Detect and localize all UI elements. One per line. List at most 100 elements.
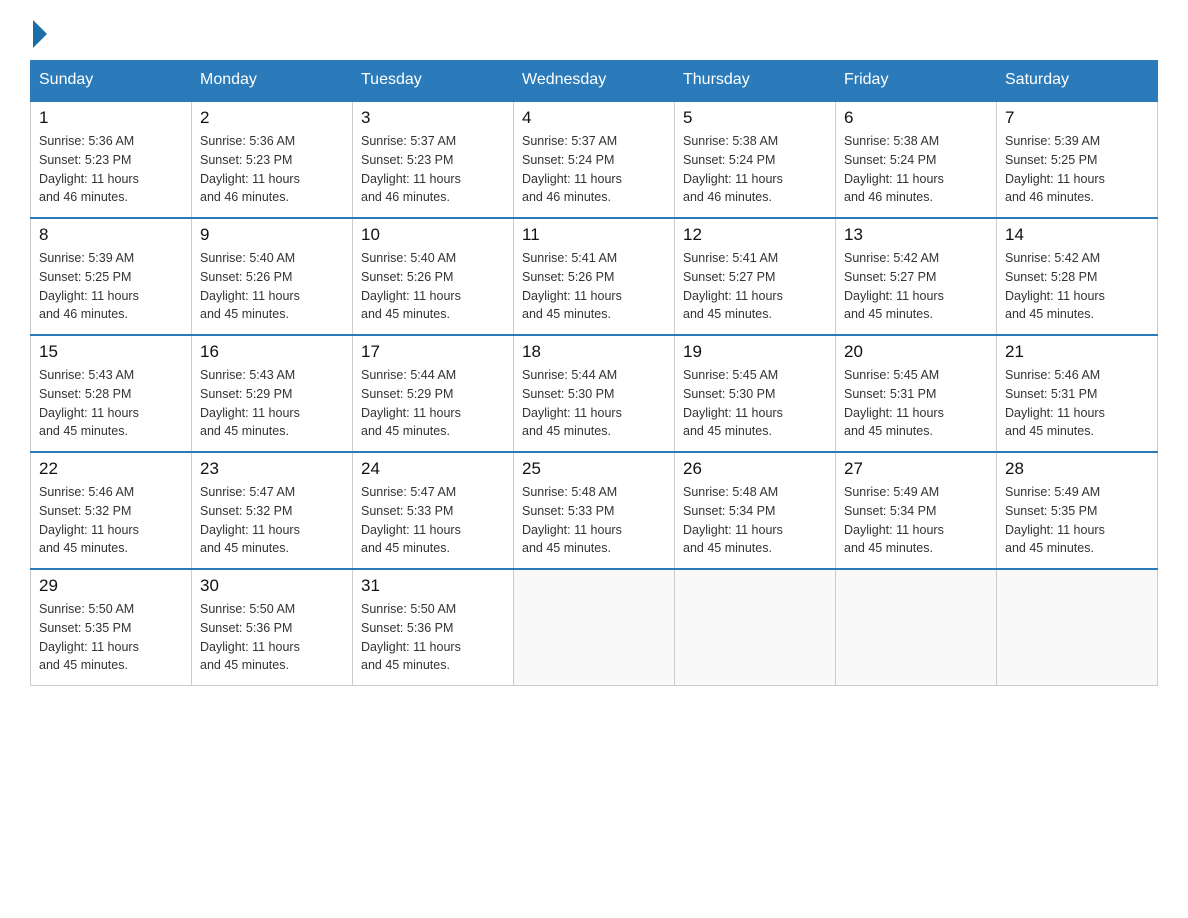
calendar-cell: 18 Sunrise: 5:44 AMSunset: 5:30 PMDaylig… bbox=[514, 335, 675, 452]
calendar-cell: 31 Sunrise: 5:50 AMSunset: 5:36 PMDaylig… bbox=[353, 569, 514, 686]
day-number: 3 bbox=[361, 108, 505, 128]
calendar-week-4: 22 Sunrise: 5:46 AMSunset: 5:32 PMDaylig… bbox=[31, 452, 1158, 569]
calendar-week-5: 29 Sunrise: 5:50 AMSunset: 5:35 PMDaylig… bbox=[31, 569, 1158, 686]
calendar-cell: 2 Sunrise: 5:36 AMSunset: 5:23 PMDayligh… bbox=[192, 101, 353, 219]
calendar-cell: 21 Sunrise: 5:46 AMSunset: 5:31 PMDaylig… bbox=[997, 335, 1158, 452]
calendar-cell: 12 Sunrise: 5:41 AMSunset: 5:27 PMDaylig… bbox=[675, 218, 836, 335]
day-number: 23 bbox=[200, 459, 344, 479]
calendar-cell: 11 Sunrise: 5:41 AMSunset: 5:26 PMDaylig… bbox=[514, 218, 675, 335]
calendar-week-2: 8 Sunrise: 5:39 AMSunset: 5:25 PMDayligh… bbox=[31, 218, 1158, 335]
day-number: 26 bbox=[683, 459, 827, 479]
calendar-cell: 19 Sunrise: 5:45 AMSunset: 5:30 PMDaylig… bbox=[675, 335, 836, 452]
day-info: Sunrise: 5:43 AMSunset: 5:29 PMDaylight:… bbox=[200, 368, 300, 438]
calendar-cell: 8 Sunrise: 5:39 AMSunset: 5:25 PMDayligh… bbox=[31, 218, 192, 335]
day-number: 29 bbox=[39, 576, 183, 596]
calendar-cell: 25 Sunrise: 5:48 AMSunset: 5:33 PMDaylig… bbox=[514, 452, 675, 569]
day-info: Sunrise: 5:39 AMSunset: 5:25 PMDaylight:… bbox=[39, 251, 139, 321]
day-info: Sunrise: 5:36 AMSunset: 5:23 PMDaylight:… bbox=[200, 134, 300, 204]
calendar-cell: 7 Sunrise: 5:39 AMSunset: 5:25 PMDayligh… bbox=[997, 101, 1158, 219]
day-info: Sunrise: 5:49 AMSunset: 5:35 PMDaylight:… bbox=[1005, 485, 1105, 555]
calendar-cell: 3 Sunrise: 5:37 AMSunset: 5:23 PMDayligh… bbox=[353, 101, 514, 219]
day-info: Sunrise: 5:38 AMSunset: 5:24 PMDaylight:… bbox=[844, 134, 944, 204]
weekday-header-monday: Monday bbox=[192, 61, 353, 101]
day-number: 24 bbox=[361, 459, 505, 479]
day-number: 31 bbox=[361, 576, 505, 596]
calendar-cell bbox=[675, 569, 836, 686]
calendar-cell: 5 Sunrise: 5:38 AMSunset: 5:24 PMDayligh… bbox=[675, 101, 836, 219]
day-info: Sunrise: 5:36 AMSunset: 5:23 PMDaylight:… bbox=[39, 134, 139, 204]
day-number: 27 bbox=[844, 459, 988, 479]
day-info: Sunrise: 5:41 AMSunset: 5:27 PMDaylight:… bbox=[683, 251, 783, 321]
day-info: Sunrise: 5:45 AMSunset: 5:31 PMDaylight:… bbox=[844, 368, 944, 438]
day-number: 15 bbox=[39, 342, 183, 362]
day-number: 2 bbox=[200, 108, 344, 128]
day-info: Sunrise: 5:40 AMSunset: 5:26 PMDaylight:… bbox=[200, 251, 300, 321]
day-info: Sunrise: 5:44 AMSunset: 5:30 PMDaylight:… bbox=[522, 368, 622, 438]
calendar-week-3: 15 Sunrise: 5:43 AMSunset: 5:28 PMDaylig… bbox=[31, 335, 1158, 452]
day-number: 10 bbox=[361, 225, 505, 245]
calendar-cell: 6 Sunrise: 5:38 AMSunset: 5:24 PMDayligh… bbox=[836, 101, 997, 219]
day-info: Sunrise: 5:46 AMSunset: 5:32 PMDaylight:… bbox=[39, 485, 139, 555]
day-info: Sunrise: 5:42 AMSunset: 5:27 PMDaylight:… bbox=[844, 251, 944, 321]
weekday-header-friday: Friday bbox=[836, 61, 997, 101]
day-number: 9 bbox=[200, 225, 344, 245]
day-info: Sunrise: 5:38 AMSunset: 5:24 PMDaylight:… bbox=[683, 134, 783, 204]
calendar-cell: 24 Sunrise: 5:47 AMSunset: 5:33 PMDaylig… bbox=[353, 452, 514, 569]
logo-arrow-icon bbox=[33, 20, 47, 48]
calendar-cell: 22 Sunrise: 5:46 AMSunset: 5:32 PMDaylig… bbox=[31, 452, 192, 569]
day-info: Sunrise: 5:47 AMSunset: 5:33 PMDaylight:… bbox=[361, 485, 461, 555]
weekday-header-saturday: Saturday bbox=[997, 61, 1158, 101]
calendar-cell: 17 Sunrise: 5:44 AMSunset: 5:29 PMDaylig… bbox=[353, 335, 514, 452]
day-number: 12 bbox=[683, 225, 827, 245]
day-info: Sunrise: 5:40 AMSunset: 5:26 PMDaylight:… bbox=[361, 251, 461, 321]
calendar-cell bbox=[514, 569, 675, 686]
day-number: 7 bbox=[1005, 108, 1149, 128]
day-info: Sunrise: 5:48 AMSunset: 5:34 PMDaylight:… bbox=[683, 485, 783, 555]
day-number: 14 bbox=[1005, 225, 1149, 245]
calendar-cell bbox=[997, 569, 1158, 686]
day-number: 17 bbox=[361, 342, 505, 362]
day-info: Sunrise: 5:50 AMSunset: 5:36 PMDaylight:… bbox=[200, 602, 300, 672]
day-info: Sunrise: 5:37 AMSunset: 5:23 PMDaylight:… bbox=[361, 134, 461, 204]
calendar-cell: 23 Sunrise: 5:47 AMSunset: 5:32 PMDaylig… bbox=[192, 452, 353, 569]
day-number: 21 bbox=[1005, 342, 1149, 362]
day-number: 16 bbox=[200, 342, 344, 362]
weekday-header-tuesday: Tuesday bbox=[353, 61, 514, 101]
calendar-week-1: 1 Sunrise: 5:36 AMSunset: 5:23 PMDayligh… bbox=[31, 101, 1158, 219]
day-info: Sunrise: 5:39 AMSunset: 5:25 PMDaylight:… bbox=[1005, 134, 1105, 204]
day-number: 18 bbox=[522, 342, 666, 362]
calendar-body: 1 Sunrise: 5:36 AMSunset: 5:23 PMDayligh… bbox=[31, 101, 1158, 686]
day-info: Sunrise: 5:47 AMSunset: 5:32 PMDaylight:… bbox=[200, 485, 300, 555]
calendar-cell: 29 Sunrise: 5:50 AMSunset: 5:35 PMDaylig… bbox=[31, 569, 192, 686]
day-number: 4 bbox=[522, 108, 666, 128]
day-number: 19 bbox=[683, 342, 827, 362]
weekday-header-sunday: Sunday bbox=[31, 61, 192, 101]
day-number: 28 bbox=[1005, 459, 1149, 479]
calendar-cell: 26 Sunrise: 5:48 AMSunset: 5:34 PMDaylig… bbox=[675, 452, 836, 569]
weekday-header-row: SundayMondayTuesdayWednesdayThursdayFrid… bbox=[31, 61, 1158, 101]
day-number: 30 bbox=[200, 576, 344, 596]
logo bbox=[30, 20, 49, 48]
day-info: Sunrise: 5:37 AMSunset: 5:24 PMDaylight:… bbox=[522, 134, 622, 204]
day-info: Sunrise: 5:48 AMSunset: 5:33 PMDaylight:… bbox=[522, 485, 622, 555]
day-info: Sunrise: 5:43 AMSunset: 5:28 PMDaylight:… bbox=[39, 368, 139, 438]
day-number: 20 bbox=[844, 342, 988, 362]
day-number: 25 bbox=[522, 459, 666, 479]
day-info: Sunrise: 5:45 AMSunset: 5:30 PMDaylight:… bbox=[683, 368, 783, 438]
day-info: Sunrise: 5:44 AMSunset: 5:29 PMDaylight:… bbox=[361, 368, 461, 438]
day-number: 11 bbox=[522, 225, 666, 245]
calendar-cell: 27 Sunrise: 5:49 AMSunset: 5:34 PMDaylig… bbox=[836, 452, 997, 569]
calendar-table: SundayMondayTuesdayWednesdayThursdayFrid… bbox=[30, 60, 1158, 686]
day-info: Sunrise: 5:49 AMSunset: 5:34 PMDaylight:… bbox=[844, 485, 944, 555]
day-info: Sunrise: 5:41 AMSunset: 5:26 PMDaylight:… bbox=[522, 251, 622, 321]
day-number: 22 bbox=[39, 459, 183, 479]
calendar-cell: 4 Sunrise: 5:37 AMSunset: 5:24 PMDayligh… bbox=[514, 101, 675, 219]
calendar-cell: 30 Sunrise: 5:50 AMSunset: 5:36 PMDaylig… bbox=[192, 569, 353, 686]
day-number: 1 bbox=[39, 108, 183, 128]
calendar-cell: 20 Sunrise: 5:45 AMSunset: 5:31 PMDaylig… bbox=[836, 335, 997, 452]
calendar-cell: 16 Sunrise: 5:43 AMSunset: 5:29 PMDaylig… bbox=[192, 335, 353, 452]
day-info: Sunrise: 5:42 AMSunset: 5:28 PMDaylight:… bbox=[1005, 251, 1105, 321]
calendar-cell: 15 Sunrise: 5:43 AMSunset: 5:28 PMDaylig… bbox=[31, 335, 192, 452]
weekday-header-wednesday: Wednesday bbox=[514, 61, 675, 101]
calendar-cell: 1 Sunrise: 5:36 AMSunset: 5:23 PMDayligh… bbox=[31, 101, 192, 219]
